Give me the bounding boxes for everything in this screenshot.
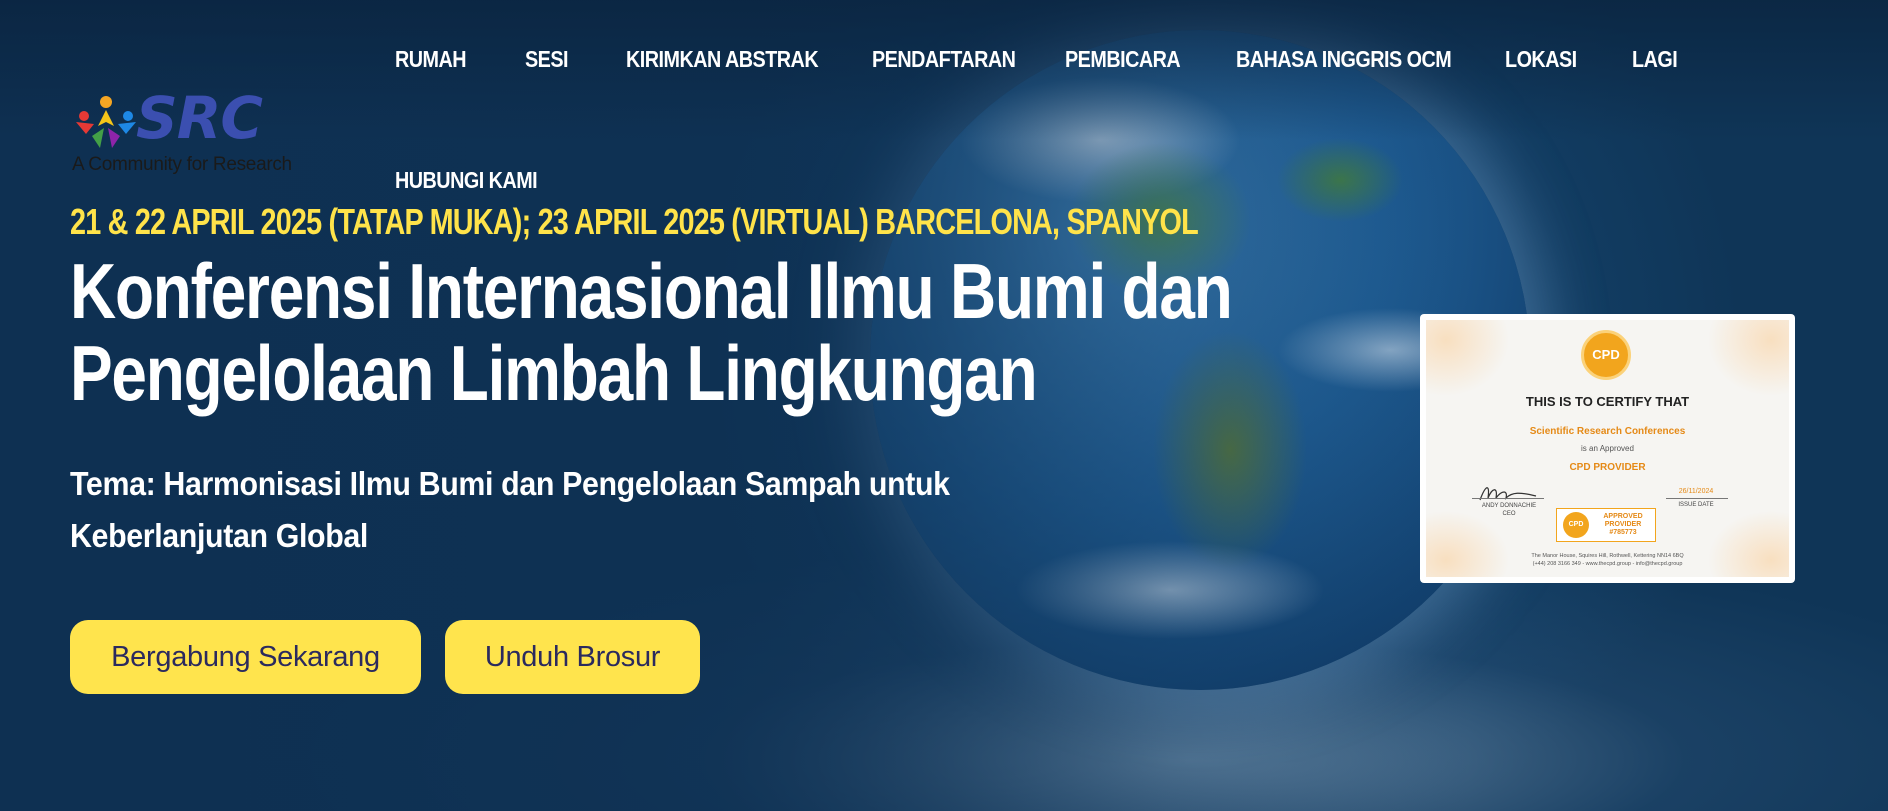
theme-line-1: Tema: Harmonisasi Ilmu Bumi dan Pengelol… [70,465,950,502]
issue-date: 26/11/2024 [1678,488,1714,495]
signature-line [1472,498,1544,499]
join-now-button[interactable]: Bergabung Sekarang [70,620,421,694]
cpd-certificate-image: CPD THIS IS TO CERTIFY THAT Scientific R… [1420,314,1795,583]
badge-line-2: PROVIDER [1604,521,1642,528]
cpd-seal-icon: CPD [1581,330,1631,380]
signer-name: ANDY DONNACHIE [1481,503,1537,509]
footer-line-2: (+44) 208 3166 349 - www.thecpd.group - … [1532,561,1683,567]
badge-number: #785773 [1609,529,1637,536]
certificate-provider: CPD PROVIDER [1569,462,1646,473]
certificate-org: Scientific Research Conferences [1529,426,1686,437]
badge-line-1: APPROVED [1603,513,1643,520]
theme-line-2: Keberlanjutan Global [70,517,368,554]
nav-item-bahasa-inggris-ocm[interactable]: BAHASA INGGRIS OCM [1236,46,1452,73]
nav-item-kirimkan-abstrak[interactable]: KIRIMKAN ABSTRAK [626,46,819,73]
nav-item-sesi[interactable]: SESI [525,46,569,73]
badge-text: APPROVED PROVIDER #785773 [1593,513,1653,537]
page-title: Konferensi Internasional Ilmu Bumi dan P… [70,250,1300,414]
nav-item-pembicara[interactable]: PEMBICARA [1065,46,1181,73]
footer-line-1: The Manor House, Squires Hill, Rothwell,… [1531,553,1684,559]
nav-item-rumah[interactable]: RUMAH [395,46,467,73]
badge-seal-icon: CPD [1563,512,1589,538]
date-line [1666,498,1728,499]
nav-item-lagi[interactable]: LAGI [1632,46,1678,73]
certificate-footer: The Manor House, Squires Hill, Rothwell,… [1426,552,1789,568]
certificate-body: CPD THIS IS TO CERTIFY THAT Scientific R… [1426,320,1789,577]
certificate-heading: THIS IS TO CERTIFY THAT [1525,394,1690,409]
signer-block: ANDY DONNACHIE CEO [1466,502,1552,518]
title-line-2: Pengelolaan Limbah Lingkungan [70,329,1038,417]
certificate-approved: is an Approved [1581,444,1634,453]
approved-provider-badge: CPD APPROVED PROVIDER #785773 [1556,508,1656,542]
issue-date-label: ISSUE DATE [1678,502,1714,508]
nav-item-pendaftaran[interactable]: PENDAFTARAN [872,46,1016,73]
download-brochure-button[interactable]: Unduh Brosur [445,620,700,694]
signer-role: CEO [1502,511,1516,517]
event-dates: 21 & 22 APRIL 2025 (TATAP MUKA); 23 APRI… [70,201,1199,242]
title-line-1: Konferensi Internasional Ilmu Bumi dan [70,247,1233,335]
main-nav: RUMAH SESI KIRIMKAN ABSTRAK PENDAFTARAN … [0,0,1888,200]
nav-item-hubungi-kami[interactable]: HUBUNGI KAMI [395,167,538,194]
event-theme: Tema: Harmonisasi Ilmu Bumi dan Pengelol… [70,458,1064,562]
nav-item-lokasi[interactable]: LOKASI [1505,46,1577,73]
